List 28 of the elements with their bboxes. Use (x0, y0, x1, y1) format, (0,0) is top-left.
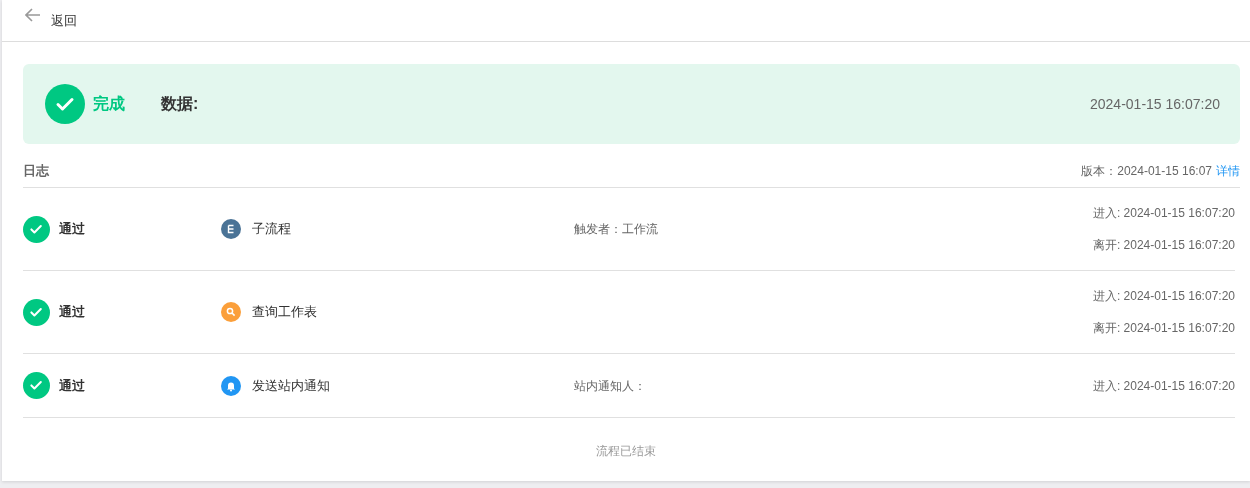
step-info: 站内通知人： (574, 378, 646, 393)
result-time: 2024-01-15 16:07:20 (1090, 94, 1220, 114)
step-status: 通过 (59, 303, 85, 322)
search-icon (221, 302, 241, 322)
status-text: 完成 (93, 94, 125, 114)
step-status: 通过 (59, 220, 85, 239)
back-button[interactable]: 返回 (25, 10, 77, 31)
timestamp: 进入: 2024-01-15 16:07:20 (1092, 377, 1235, 395)
version-text: 版本：2024-01-15 16:07 (1081, 162, 1212, 180)
timestamp: 进入: 2024-01-15 16:07:20 (1092, 288, 1235, 305)
data-label: 数据: (161, 94, 199, 114)
timestamp: 离开: 2024-01-15 16:07:20 (1092, 237, 1235, 254)
check-circle-icon (45, 84, 85, 124)
end-message: 流程已结束 (596, 443, 656, 460)
timestamp: 离开: 2024-01-15 16:07:20 (1092, 320, 1235, 337)
step-status: 通过 (59, 376, 85, 395)
branch-icon (221, 219, 241, 239)
check-circle-icon (23, 372, 50, 399)
log-title: 日志 (23, 161, 49, 180)
node-name: 子流程 (252, 220, 291, 239)
check-circle-icon (23, 215, 50, 243)
node-name: 查询工作表 (252, 303, 317, 322)
check-circle-icon (23, 298, 50, 326)
step-info: 触发者：工作流 (574, 222, 658, 237)
node-name: 发送站内通知 (252, 376, 330, 395)
back-arrow-icon (25, 7, 41, 22)
timestamp: 进入: 2024-01-15 16:07:20 (1092, 205, 1235, 222)
bell-icon (221, 375, 241, 396)
